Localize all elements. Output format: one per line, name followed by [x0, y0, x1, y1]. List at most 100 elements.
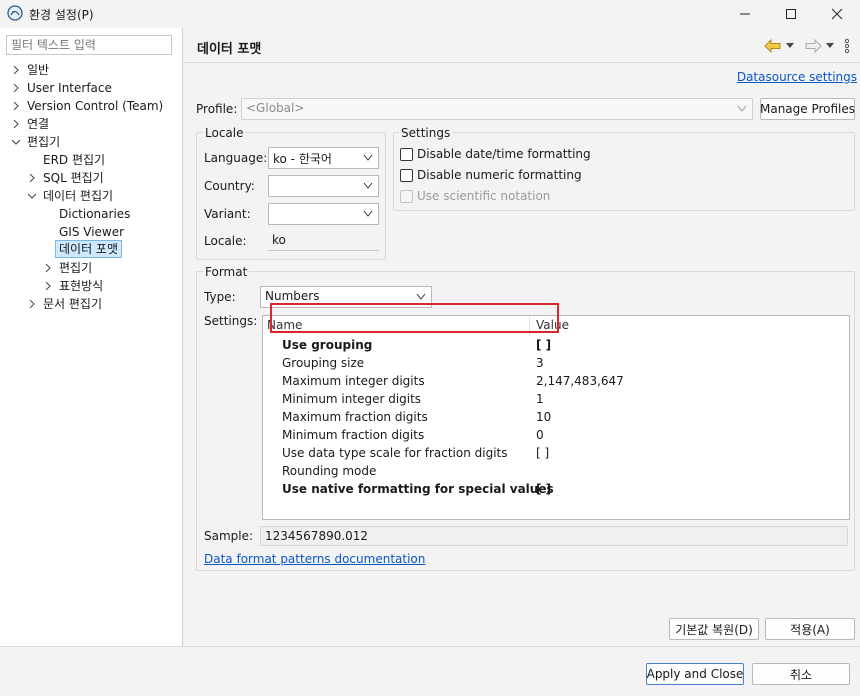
- chevron-down-icon: [363, 182, 373, 189]
- chevron-right-icon: [13, 66, 19, 74]
- row-value: 10: [536, 410, 552, 424]
- minimize-icon: [740, 13, 750, 15]
- row-name: Minimum integer digits: [282, 392, 422, 406]
- format-group-title: Format: [203, 265, 250, 279]
- close-icon: [831, 8, 843, 20]
- title-bar: 환경 설정(P): [0, 0, 860, 28]
- table-row[interactable]: Use grouping [ ]: [263, 338, 849, 356]
- row-name: Grouping size: [282, 356, 365, 370]
- row-name: Use data type scale for fraction digits: [282, 446, 508, 460]
- language-select[interactable]: ko - 한국어: [268, 147, 379, 169]
- table-row[interactable]: Grouping size 3: [263, 356, 849, 374]
- checkbox-box: [400, 168, 413, 182]
- forward-arrow-icon[interactable]: [804, 39, 822, 53]
- chevron-down-icon: [12, 139, 20, 145]
- table-row[interactable]: Use data type scale for fraction digits …: [263, 446, 849, 464]
- table-row[interactable]: Minimum integer digits 1: [263, 392, 849, 410]
- locale-label: Locale:: [204, 234, 247, 248]
- tree-item-label-selected: 데이터 포맷: [55, 240, 123, 258]
- row-value: [ ]: [536, 338, 552, 352]
- tree-item-label: ERD 편집기: [43, 153, 106, 167]
- row-value: 2,147,483,647: [536, 374, 624, 388]
- table-row[interactable]: Maximum fraction digits 10: [263, 410, 849, 428]
- type-value: Numbers: [265, 289, 320, 303]
- title-separator: [183, 62, 860, 63]
- row-value: [ ]: [536, 446, 550, 460]
- row-name: Maximum integer digits: [282, 374, 425, 388]
- datasource-settings-link[interactable]: Datasource settings: [737, 70, 857, 84]
- chevron-right-icon: [13, 102, 19, 110]
- language-label: Language:: [204, 151, 268, 165]
- row-name: Maximum fraction digits: [282, 410, 428, 424]
- country-select[interactable]: [268, 175, 379, 197]
- tree-item-label: 표현방식: [59, 279, 104, 293]
- format-docs-link[interactable]: Data format patterns documentation: [204, 552, 425, 566]
- variant-label: Variant:: [204, 207, 251, 221]
- tree-item-label: Dictionaries: [59, 207, 131, 221]
- back-arrow-icon[interactable]: [764, 39, 782, 53]
- forward-dropdown-icon[interactable]: [826, 43, 834, 49]
- manage-profiles-button[interactable]: Manage Profiles: [760, 98, 855, 120]
- locale-value-field: ko: [268, 231, 379, 251]
- page-title: 데이터 포맷: [197, 42, 262, 57]
- chevron-right-icon: [13, 120, 19, 128]
- chevron-down-icon: [416, 293, 426, 300]
- highlight-annotation: [270, 303, 559, 333]
- preferences-sidebar: 일반 User Interface Version Control (Team)…: [0, 28, 182, 646]
- profile-label: Profile:: [196, 102, 238, 116]
- preference-page: 데이터 포맷 Datasource settings Profile: <Glo…: [183, 28, 860, 646]
- table-row[interactable]: Maximum integer digits 2,147,483,647: [263, 374, 849, 392]
- chevron-down-icon: [363, 154, 373, 161]
- settings-group-title: Settings: [399, 126, 453, 140]
- tree-item-label: User Interface: [27, 81, 112, 95]
- restore-defaults-button[interactable]: 기본값 복원(D): [669, 618, 759, 640]
- chevron-down-icon: [28, 193, 36, 199]
- chevron-right-icon: [29, 174, 35, 182]
- tree-item-label: SQL 편집기: [43, 171, 104, 185]
- table-row[interactable]: Minimum fraction digits 0: [263, 428, 849, 446]
- tree-item-label: Version Control (Team): [27, 99, 164, 113]
- language-value: ko - 한국어: [273, 152, 332, 166]
- disable-datetime-checkbox[interactable]: Disable date/time formatting: [400, 147, 591, 161]
- sample-label: Sample:: [204, 529, 254, 543]
- scientific-notation-checkbox[interactable]: Use scientific notation: [400, 189, 550, 203]
- tree-item-label: 문서 편집기: [43, 297, 103, 311]
- apply-and-close-button[interactable]: Apply and Close: [646, 663, 744, 685]
- tree-item-label: 편집기: [27, 135, 61, 149]
- more-options-icon[interactable]: [844, 38, 850, 54]
- row-name: Minimum fraction digits: [282, 428, 425, 442]
- chevron-down-icon: [737, 105, 747, 112]
- tree-item-label: 데이터 편집기: [43, 189, 114, 203]
- tree-item-label: GIS Viewer: [59, 225, 125, 239]
- apply-button[interactable]: 적용(A): [765, 618, 855, 640]
- chevron-down-icon: [363, 210, 373, 217]
- profile-select[interactable]: <Global>: [241, 98, 753, 120]
- chevron-right-icon: [45, 282, 51, 290]
- row-value: 3: [536, 356, 544, 370]
- tree-item-label: 연결: [27, 117, 50, 131]
- cancel-button[interactable]: 취소: [752, 663, 850, 685]
- maximize-button[interactable]: [768, 0, 814, 28]
- variant-select[interactable]: [268, 203, 379, 225]
- table-row[interactable]: Use native formatting for special values…: [263, 482, 849, 500]
- row-name: Use native formatting for special values: [282, 482, 554, 496]
- filter-input[interactable]: [6, 35, 172, 55]
- row-name: Use grouping: [282, 338, 373, 352]
- minimize-button[interactable]: [722, 0, 768, 28]
- checkbox-label: Disable numeric formatting: [417, 168, 582, 182]
- disable-numeric-checkbox[interactable]: Disable numeric formatting: [400, 168, 582, 182]
- tree-item-label: 일반: [27, 63, 50, 77]
- type-label: Type:: [204, 290, 236, 304]
- chevron-right-icon: [13, 84, 19, 92]
- checkbox-box: [400, 147, 413, 161]
- maximize-icon: [786, 9, 796, 19]
- table-row[interactable]: Rounding mode: [263, 464, 849, 482]
- locale-group-title: Locale: [203, 126, 246, 140]
- close-button[interactable]: [814, 0, 860, 28]
- checkbox-box: [400, 189, 413, 203]
- chevron-right-icon: [29, 300, 35, 308]
- profile-value: <Global>: [246, 101, 305, 115]
- dialog-footer: Apply and Close 취소: [0, 646, 860, 696]
- back-dropdown-icon[interactable]: [786, 43, 794, 49]
- country-label: Country:: [204, 179, 255, 193]
